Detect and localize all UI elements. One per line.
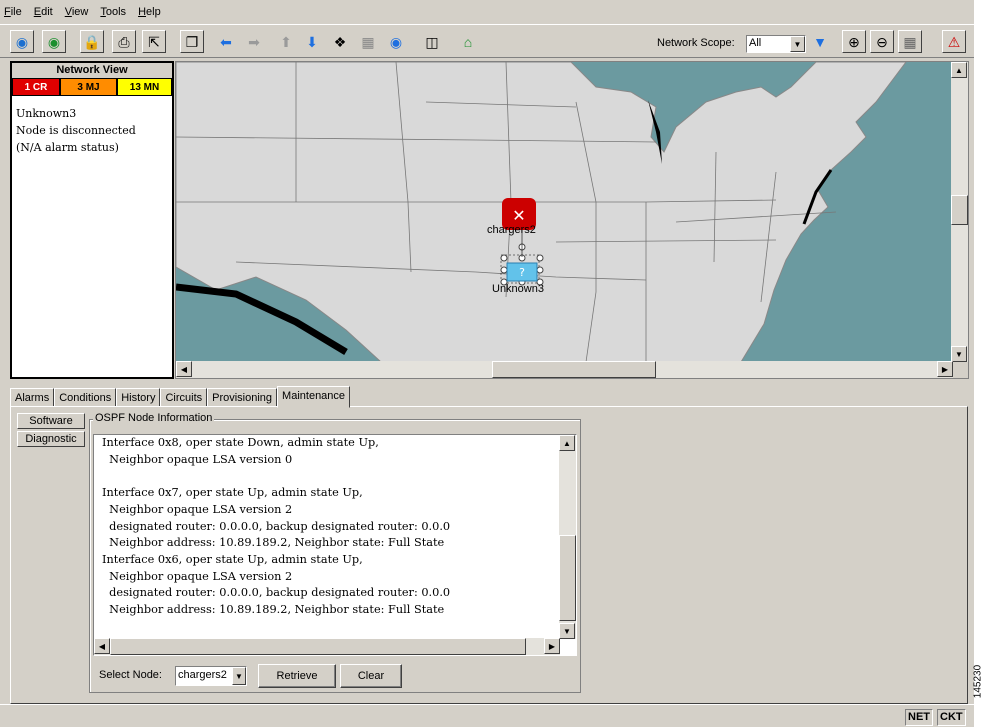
forward-arrow-icon[interactable]: ➡ [242,30,266,53]
ospf-line-11: Neighbor address: 10.89.189.2, Neighbor … [102,603,445,617]
node-label-unknown3[interactable]: Unknown3 [492,283,544,295]
map-vscroll-thumb[interactable] [951,195,968,225]
menu-help[interactable]: Help [138,6,161,18]
network-scope-value: All [749,37,762,49]
chevron-down-icon[interactable]: ▼ [790,36,805,52]
select-node-value: chargers2 [178,669,227,681]
figure-number: 145230 [972,664,984,699]
node-info: Unknown3 Node is disconnected (N/A alarm… [12,96,172,165]
tab-bar: Alarms Conditions History Circuits Provi… [10,386,351,408]
minor-alarm-count[interactable]: 13 MN [117,78,172,96]
svg-text:?: ? [519,266,525,279]
chevron-down-icon[interactable]: ▼ [232,667,246,685]
select-node-label: Select Node: [99,669,162,681]
us-map: ✕ ? [176,62,953,362]
toolbar: ◉ ◉ 🔒 ⎙ ⇱ ❐ ⬅ ➡ ⬆ ⬇ ❖ ▦ ◉ ◫ ⌂ Network Sc… [0,24,974,58]
lock-icon[interactable]: 🔒 [80,30,104,53]
network-view-panel: Network View 1 CR 3 MJ 13 MN Unknown3 No… [10,61,174,379]
menu-view[interactable]: View [65,6,89,18]
ospf-hscroll-thumb[interactable] [110,638,526,655]
zoom-in-icon[interactable]: ⊕ [842,30,866,53]
node-info-name: Unknown3 [16,107,77,120]
fit-view-icon[interactable]: ▦ [898,30,922,53]
ospf-line-10: designated router: 0.0.0.0, backup desig… [102,586,451,600]
network-map[interactable]: ✕ ? chargers2 Unknown3 ▲ ▼ ◀ ▶ [175,61,969,379]
unknown-node-icon[interactable]: ? [506,262,538,282]
scroll-right-icon[interactable]: ▶ [937,361,953,377]
major-alarm-count[interactable]: 3 MJ [60,78,117,96]
ospf-group-title: OSPF Node Information [93,412,215,424]
node-info-alarm-status: (N/A alarm status) [16,141,119,154]
ospf-line-2: Neighbor opaque LSA version 0 [102,452,293,466]
map-vertical-scrollbar[interactable]: ▲ ▼ [951,62,968,362]
retrieve-button[interactable]: Retrieve [258,664,336,688]
status-bar: NET CKT [0,704,974,727]
ospf-line-5: Neighbor opaque LSA version 2 [102,502,293,516]
scroll-left-icon[interactable]: ◀ [94,638,110,654]
ctc-window: File Edit View Tools Help ◉ ◉ 🔒 ⎙ ⇱ ❐ ⬅ … [0,0,974,727]
ospf-line-8: Interface 0x6, oper state Up, admin stat… [102,552,363,566]
scroll-right-icon[interactable]: ▶ [544,638,560,654]
maintenance-panel: Software Diagnostic OSPF Node Informatio… [10,406,968,704]
menu-tools[interactable]: Tools [100,6,126,18]
tab-circuits[interactable]: Circuits [160,388,208,408]
card-view-icon[interactable]: ◉ [384,30,408,53]
scroll-up-icon[interactable]: ▲ [559,435,575,451]
menu-bar: File Edit View Tools Help [0,0,974,24]
node-view-icon[interactable]: ▦ [356,30,380,53]
layout-icon[interactable]: ◫ [420,30,444,53]
ospf-horizontal-scrollbar[interactable]: ◀ ▶ [94,638,560,655]
ospf-line-4: Interface 0x7, oper state Up, admin stat… [102,486,363,500]
ospf-line-7: Neighbor address: 10.89.189.2, Neighbor … [102,536,445,550]
back-arrow-icon[interactable]: ⬅ [214,30,238,53]
network-view-title: Network View [12,63,172,78]
tab-conditions[interactable]: Conditions [54,388,117,408]
tab-provisioning[interactable]: Provisioning [207,388,278,408]
network-scope-select[interactable]: All ▼ [746,35,806,53]
software-subtab[interactable]: Software [17,413,85,429]
map-hscroll-thumb[interactable] [492,361,656,378]
node-info-status: Node is disconnected [16,124,136,137]
menu-file[interactable]: File [4,6,22,18]
scroll-left-icon[interactable]: ◀ [176,361,192,377]
network-scope-label: Network Scope: [657,37,735,49]
add-node-icon[interactable]: ◉ [42,30,66,53]
net-status: NET [905,709,933,726]
ospf-line-6: designated router: 0.0.0.0, backup desig… [102,519,451,533]
tab-maintenance[interactable]: Maintenance [277,386,351,408]
scroll-down-icon[interactable]: ▼ [951,346,967,362]
scroll-up-icon[interactable]: ▲ [951,62,967,78]
ospf-info-text[interactable]: Interface 0x8, oper state Down, admin st… [93,434,577,656]
critical-alarm-count[interactable]: 1 CR [12,78,60,96]
open-node-icon[interactable]: ◉ [10,30,34,53]
tab-history[interactable]: History [116,388,161,408]
export-icon[interactable]: ⇱ [142,30,166,53]
ospf-info-content: Interface 0x8, oper state Down, admin st… [102,435,552,639]
alarm-warning-icon[interactable]: ⚠ [942,30,966,53]
up-arrow-icon[interactable]: ⬆ [274,30,298,53]
network-view-icon[interactable]: ❖ [328,30,352,53]
clear-button[interactable]: Clear [340,664,402,688]
svg-text:✕: ✕ [512,206,525,225]
filter-icon[interactable]: ▼ [808,30,832,53]
ospf-line-9: Neighbor opaque LSA version 2 [102,569,293,583]
scroll-down-icon[interactable]: ▼ [559,623,575,639]
tab-alarms[interactable]: Alarms [10,388,55,408]
select-node-dropdown[interactable]: chargers2 ▼ [175,666,247,686]
node-label-chargers2[interactable]: chargers2 [487,224,536,236]
ospf-vscroll-thumb[interactable] [559,535,576,621]
alarm-summary: 1 CR 3 MJ 13 MN [12,78,172,96]
ckt-status: CKT [937,709,966,726]
print-icon[interactable]: ⎙ [112,30,136,53]
map-horizontal-scrollbar[interactable]: ◀ ▶ [176,361,953,378]
ospf-line-1: Interface 0x8, oper state Down, admin st… [102,436,379,449]
copy-icon[interactable]: ❐ [180,30,204,53]
topology-icon[interactable]: ⌂ [456,30,480,53]
diagnostic-subtab[interactable]: Diagnostic [17,431,85,447]
ospf-vertical-scrollbar[interactable]: ▲ ▼ [559,435,576,639]
down-arrow-icon[interactable]: ⬇ [300,30,324,53]
zoom-out-icon[interactable]: ⊖ [870,30,894,53]
menu-edit[interactable]: Edit [34,6,53,18]
